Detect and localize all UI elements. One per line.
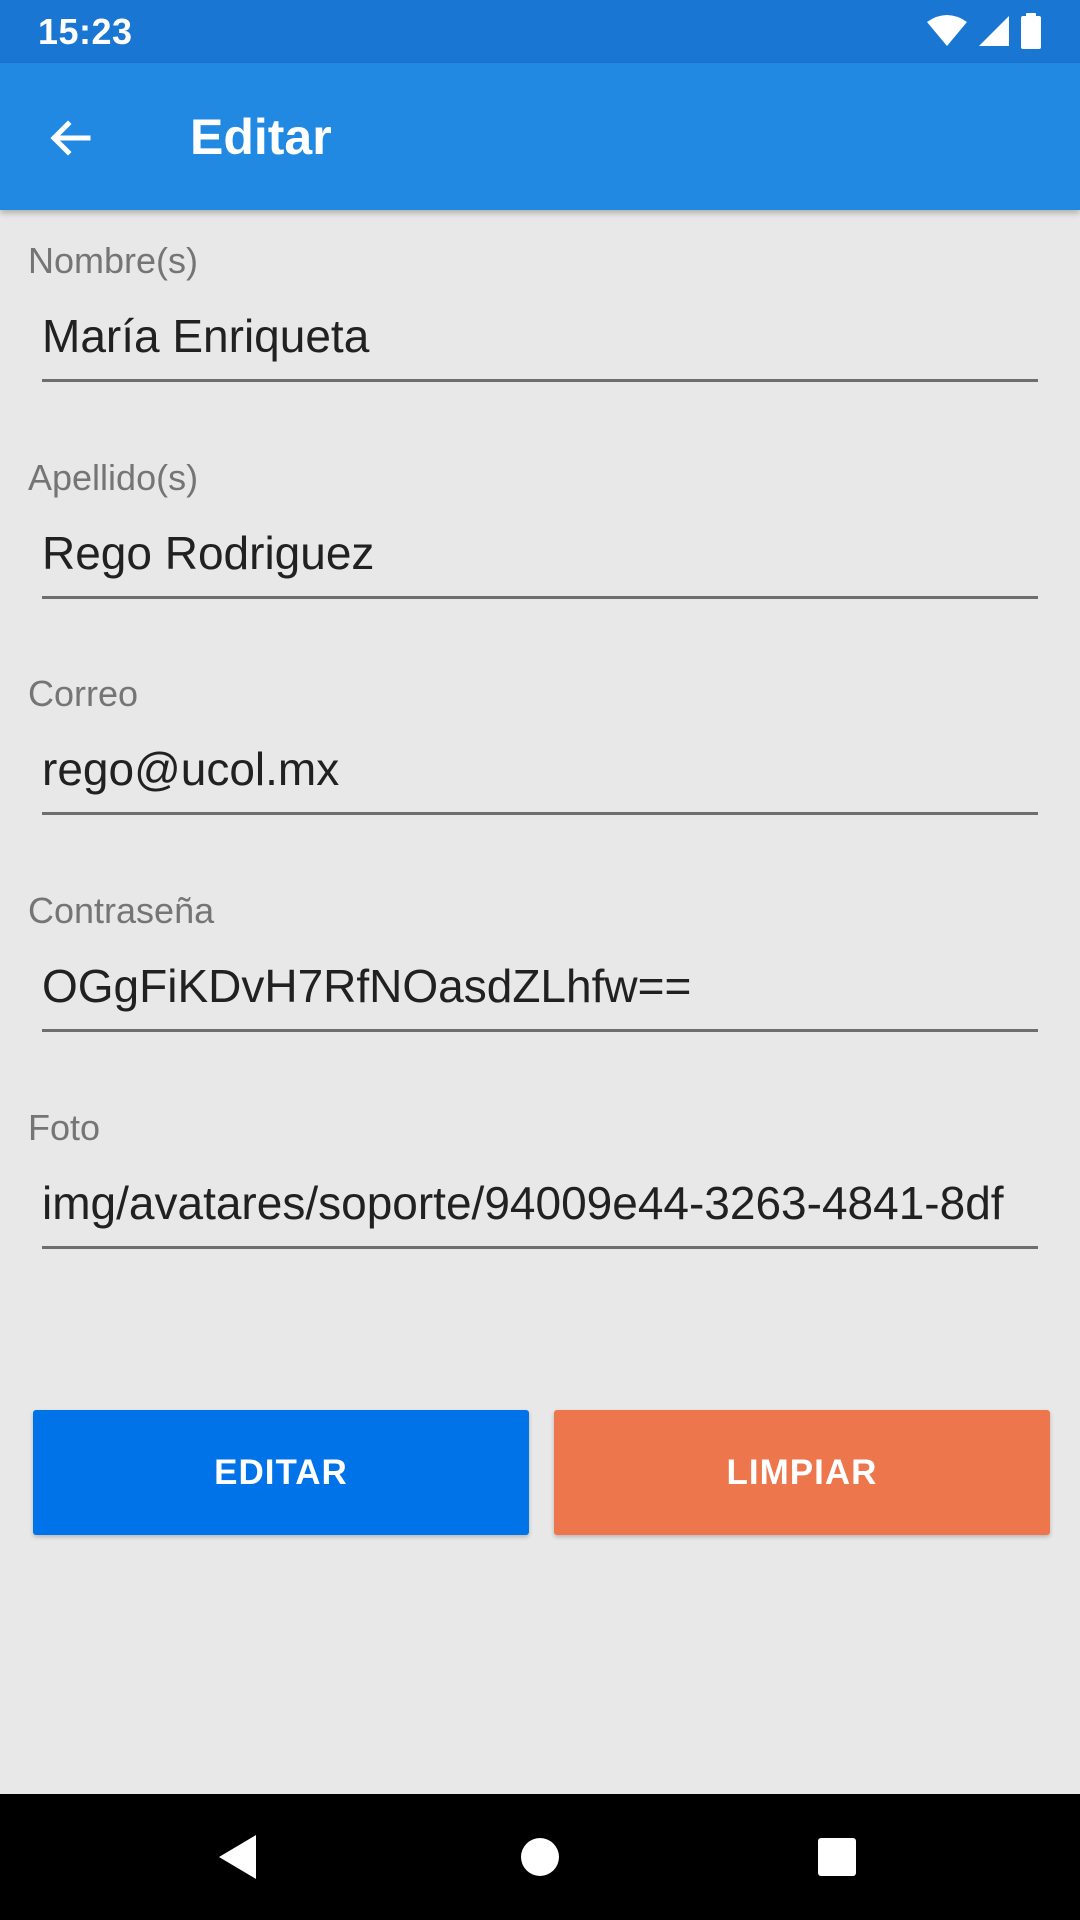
contrasena-input[interactable]: [42, 950, 1038, 1032]
cell-signal-icon: [979, 16, 1009, 46]
navigation-bar: [0, 1794, 1080, 1920]
apellido-label: Apellido(s): [28, 457, 199, 498]
correo-label: Correo: [28, 673, 139, 714]
app-bar: Editar: [0, 63, 1080, 210]
nombre-label: Nombre(s): [28, 240, 199, 281]
battery-icon: [1021, 13, 1041, 49]
wifi-icon: [927, 15, 967, 46]
apellido-input[interactable]: [42, 517, 1038, 599]
foto-input[interactable]: [42, 1167, 1038, 1249]
nav-recents-icon: [818, 1838, 856, 1876]
status-time: 15:23: [38, 11, 133, 52]
nav-back-icon: [219, 1835, 256, 1879]
clear-button[interactable]: LIMPIAR: [554, 1410, 1050, 1535]
nav-home-button[interactable]: [510, 1827, 570, 1887]
field-correo: Correo: [0, 671, 1080, 871]
field-nombre: Nombre(s): [0, 238, 1080, 438]
status-bar: 15:23: [0, 0, 1080, 63]
arrow-back-icon: [50, 120, 91, 156]
field-apellido: Apellido(s): [0, 455, 1080, 655]
correo-input[interactable]: [42, 733, 1038, 815]
contrasena-label: Contraseña: [28, 890, 215, 931]
status-icons: [926, 13, 1042, 49]
nombre-input[interactable]: [42, 300, 1038, 382]
edit-button[interactable]: EDITAR: [33, 1410, 529, 1535]
field-contrasena: Contraseña: [0, 888, 1080, 1088]
field-foto: Foto: [0, 1105, 1080, 1305]
back-button[interactable]: [30, 103, 110, 173]
page-title: Editar: [190, 109, 332, 165]
nav-back-button[interactable]: [208, 1827, 268, 1887]
nav-home-icon: [521, 1838, 559, 1876]
nav-recents-button[interactable]: [807, 1827, 867, 1887]
foto-label: Foto: [28, 1107, 101, 1148]
